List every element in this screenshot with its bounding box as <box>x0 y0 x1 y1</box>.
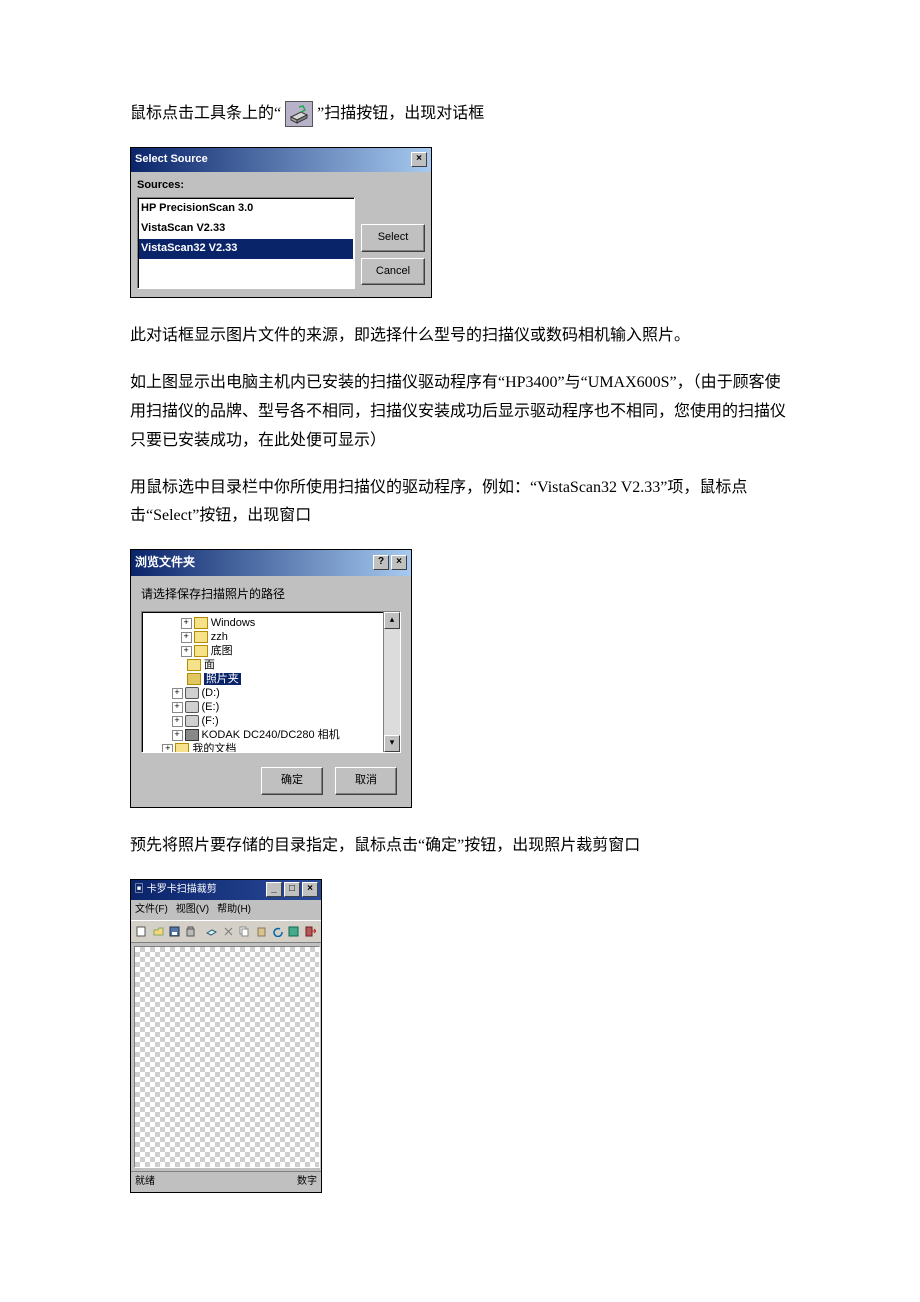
crop-window-titlebar: ▣ 卡罗卡扫描裁剪 _ □ × <box>131 880 321 900</box>
paragraph-1: 鼠标点击工具条上的“ ”扫描按钮，出现对话框 <box>130 100 790 129</box>
paste-icon[interactable] <box>253 923 268 940</box>
drive-icon <box>185 687 199 699</box>
minimize-icon[interactable]: _ <box>266 882 282 897</box>
folder-icon <box>175 743 189 753</box>
exit-icon[interactable] <box>303 923 318 940</box>
close-icon[interactable]: × <box>411 152 427 167</box>
select-source-dialog: Select Source × Sources: HP PrecisionSca… <box>130 147 432 299</box>
expand-icon[interactable]: + <box>181 632 192 643</box>
drive-icon <box>185 715 199 727</box>
browse-folder-prompt: 请选择保存扫描照片的路径 <box>131 576 411 612</box>
expand-icon[interactable]: + <box>162 744 173 753</box>
help-icon[interactable]: ? <box>373 555 389 570</box>
sources-label: Sources: <box>137 176 355 196</box>
menu-file[interactable]: 文件(F) <box>135 901 168 919</box>
paragraph-2: 此对话框显示图片文件的来源，即选择什么型号的扫描仪或数码相机输入照片。 <box>130 322 790 351</box>
canvas-area[interactable] <box>134 946 320 1168</box>
status-right: 数字 <box>297 1173 317 1191</box>
app-icon: ▣ <box>134 884 144 895</box>
tree-node: +Windows <box>144 616 398 630</box>
toolbar <box>131 920 321 943</box>
folder-icon <box>187 659 201 671</box>
p1-text-a: 鼠标点击工具条上的“ <box>130 105 281 122</box>
folder-tree[interactable]: +Windows +zzh +底图 面 照片夹 +(D:) +(E:) +(F:… <box>141 611 401 753</box>
tree-node: +(F:) <box>144 714 398 728</box>
select-button[interactable]: Select <box>361 224 425 252</box>
cancel-button[interactable]: Cancel <box>361 258 425 286</box>
folder-icon <box>194 631 208 643</box>
close-icon[interactable]: × <box>302 882 318 897</box>
folder-icon <box>194 645 208 657</box>
browse-folder-titlebar: 浏览文件夹 ? × <box>131 550 411 576</box>
browse-folder-title: 浏览文件夹 <box>135 552 195 574</box>
tree-node: +(D:) <box>144 686 398 700</box>
source-item-selected[interactable]: VistaScan32 V2.33 <box>139 239 353 259</box>
scan-icon <box>285 101 313 127</box>
new-icon[interactable] <box>134 923 149 940</box>
paragraph-3: 如上图显示出电脑主机内已安装的扫描仪驱动程序有“HP3400”与“UMAX600… <box>130 369 790 455</box>
p1-text-b: ”扫描按钮，出现对话框 <box>317 105 484 122</box>
tree-node: 面 <box>144 658 398 672</box>
source-item[interactable]: HP PrecisionScan 3.0 <box>139 199 353 219</box>
open-icon[interactable] <box>150 923 165 940</box>
expand-icon[interactable]: + <box>172 702 183 713</box>
tree-node: +zzh <box>144 630 398 644</box>
close-icon[interactable]: × <box>391 555 407 570</box>
camera-icon <box>185 729 199 741</box>
help-icon[interactable] <box>286 923 301 940</box>
tree-node: +底图 <box>144 644 398 658</box>
ok-button[interactable]: 确定 <box>261 767 323 795</box>
paragraph-5: 预先将照片要存储的目录指定，鼠标点击“确定”按钮，出现照片裁剪窗口 <box>130 832 790 861</box>
scroll-up-icon[interactable]: ▴ <box>384 612 400 629</box>
folder-icon <box>194 617 208 629</box>
scrollbar[interactable]: ▴ ▾ <box>383 612 400 752</box>
copy-icon[interactable] <box>237 923 252 940</box>
expand-icon[interactable]: + <box>172 688 183 699</box>
crop-window: ▣ 卡罗卡扫描裁剪 _ □ × 文件(F) 视图(V) 帮助(H) 就绪 数字 <box>130 879 322 1193</box>
menu-bar[interactable]: 文件(F) 视图(V) 帮助(H) <box>131 900 321 920</box>
expand-icon[interactable]: + <box>172 716 183 727</box>
tree-node: +(E:) <box>144 700 398 714</box>
sources-listbox[interactable]: HP PrecisionScan 3.0 VistaScan V2.33 Vis… <box>137 197 355 289</box>
expand-icon[interactable]: + <box>172 730 183 741</box>
expand-icon[interactable]: + <box>181 646 192 657</box>
tree-node-selected: 照片夹 <box>144 672 398 686</box>
crop-window-title: 卡罗卡扫描裁剪 <box>147 884 217 895</box>
browse-folder-dialog: 浏览文件夹 ? × 请选择保存扫描照片的路径 +Windows +zzh +底图… <box>130 549 412 808</box>
expand-icon[interactable]: + <box>181 618 192 629</box>
scan-icon[interactable] <box>204 923 219 940</box>
folder-open-icon <box>187 673 201 685</box>
status-bar: 就绪 数字 <box>131 1171 321 1192</box>
source-item[interactable]: VistaScan V2.33 <box>139 219 353 239</box>
status-left: 就绪 <box>135 1173 155 1191</box>
tree-node: +KODAK DC240/DC280 相机 <box>144 728 398 742</box>
cut-icon[interactable] <box>221 923 236 940</box>
menu-help[interactable]: 帮助(H) <box>217 901 251 919</box>
maximize-icon[interactable]: □ <box>284 882 300 897</box>
drive-icon <box>185 701 199 713</box>
scroll-down-icon[interactable]: ▾ <box>384 735 400 752</box>
paragraph-4: 用鼠标选中目录栏中你所使用扫描仪的驱动程序，例如：“VistaScan32 V2… <box>130 474 790 532</box>
undo-icon[interactable] <box>270 923 285 940</box>
delete-icon[interactable] <box>183 923 198 940</box>
select-source-titlebar: Select Source × <box>131 148 431 172</box>
menu-view[interactable]: 视图(V) <box>176 901 209 919</box>
cancel-button[interactable]: 取消 <box>335 767 397 795</box>
select-source-title: Select Source <box>135 150 208 170</box>
tree-node: +我的文档 <box>144 742 398 753</box>
save-icon[interactable] <box>167 923 182 940</box>
